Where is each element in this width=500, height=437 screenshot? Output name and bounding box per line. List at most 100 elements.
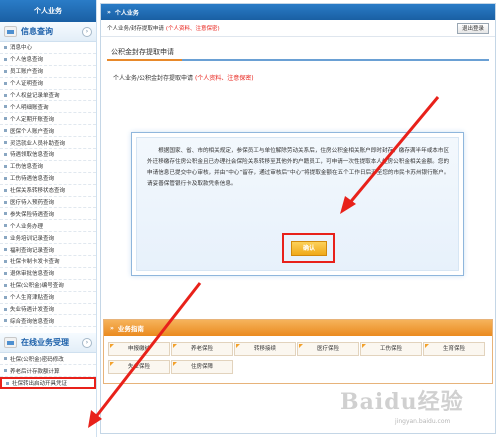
guide-item[interactable]: 养老保险 [171,342,233,356]
guide-item[interactable]: 住房保障 [171,360,233,374]
bullet-icon [4,117,7,121]
logout-button[interactable]: 退出登录 [456,23,489,34]
bullet-icon [4,141,7,145]
sidebar-item-label: 员工账户查询 [10,69,44,76]
guide-item-label: 工伤保险 [379,346,402,352]
bullet-icon [4,164,7,168]
sidebar-item[interactable]: 综合查询信息查询 [0,315,96,328]
sidebar-item[interactable]: 退休审批信息查询 [0,268,96,280]
sidebar-item[interactable]: 个人生育津贴查询 [0,292,96,304]
sidebar-item[interactable]: 待遇领取信息查询 [0,149,96,161]
bullet-icon [4,93,7,97]
sidebar-item-label: 待遇领取信息查询 [10,152,55,159]
double-chevron-icon: » [110,324,114,332]
collapse-arrow-icon[interactable]: › [82,338,92,349]
bullet-icon [4,176,7,180]
sidebar-item[interactable]: 个人权益记录单查询 [0,90,96,102]
sidebar-item[interactable]: 社保卡制卡发卡查询 [0,256,96,268]
bullet-icon [4,129,7,133]
sidebar-item-label: 灵活就业人员补助查询 [10,140,66,147]
sidebar-item[interactable]: 社保(公积金)密码修改 [0,353,96,366]
breadcrumb-hint: (个人资料、注意保密) [194,75,254,82]
sidebar-section-online[interactable]: 在线业务受理 › [0,333,96,354]
guide-item-label: 申报缴纳 [127,346,150,352]
sidebar-item-label: 社保关系转移状态查询 [10,188,66,195]
sidebar-item[interactable]: 医保个人账户查询 [0,125,96,138]
sidebar-item[interactable]: 社保关系转移状态查询 [0,185,96,197]
bullet-icon [6,381,9,385]
toolbar-label: 个人业务/封存提取申请 [107,26,164,32]
sidebar-item[interactable]: 养老后计存款额计算 [0,365,96,378]
sidebar-item-label: 工伤信息查询 [10,164,44,171]
bullet-icon [4,369,7,373]
guide-item-label: 转移接续 [253,346,276,352]
sidebar-section-title: 在线业务受理 [21,338,69,348]
bullet-icon [4,212,7,216]
sidebar-item[interactable]: 社保(公积金)编号查询 [0,280,96,292]
bullet-icon [4,81,7,85]
breadcrumb: 个人业务/公积金封存提取申请 (个人资料、注意保密) [113,73,495,82]
sidebar-item-label: 个人生育津贴查询 [10,295,55,302]
sidebar-item[interactable]: 个人定期开账查询 [0,113,96,126]
sidebar-item[interactable]: 医疗待入预药查询 [0,197,96,209]
sidebar-item[interactable]: 个人证明查询 [0,78,96,90]
sidebar-item-label: 医疗待入预药查询 [10,200,55,207]
sidebar-section-title: 信息查询 [21,27,53,36]
guide-header: » 业务指南 [104,320,492,336]
guide-item[interactable]: 医疗保险 [297,342,359,356]
sidebar-item[interactable]: 失业待遇计发查询 [0,304,96,316]
page-title: 公积金封存提取申请 [111,48,174,56]
sidebar-item[interactable]: 个人业务办理 [0,220,96,233]
collapse-arrow-icon[interactable]: › [82,27,92,37]
sidebar-item-label: 社保转出启动开具凭证 [12,381,68,388]
guide-item[interactable]: 生育保险 [423,342,485,356]
sidebar-item-label: 个人定期开账查询 [10,116,55,123]
corner-triangle-icon [425,344,429,348]
bullet-icon [4,188,7,192]
guide-item[interactable]: 工伤保险 [360,342,422,356]
sidebar-item-label: 社保(公积金)密码修改 [10,356,64,363]
guide-item-label: 失业保险 [127,364,150,370]
page-title-bar: 公积金封存提取申请 [107,43,489,61]
sidebar-item-label: 个人业务办理 [10,223,44,230]
business-guide: » 业务指南 申报缴纳 养老保险 转移接续 医疗保险 工伤保险 生育保险失业保险 住房保障 [103,319,493,384]
sidebar-item[interactable]: 社保转出启动开具凭证 [0,377,96,390]
guide-item[interactable]: 申报缴纳 [108,342,170,356]
sidebar-item-label: 医保个人账户查询 [10,128,55,135]
sidebar-item[interactable]: 个人明细账查询 [0,101,96,114]
corner-triangle-icon [236,344,240,348]
notice-text: 根据国家、省、市的相关规定，参保员工与单位解除劳动关系后，住房公积金相关账户即时… [147,148,450,187]
online-section-icon [4,337,17,349]
corner-triangle-icon [110,344,114,348]
sidebar-item[interactable]: 工伤信息查询 [0,161,96,173]
guide-item[interactable]: 失业保险 [108,360,170,374]
notice-body: 根据国家、省、市的相关规定，参保员工与单位解除劳动关系后，住房公积金相关账户即时… [136,137,459,271]
guide-item[interactable]: 转移接续 [234,342,296,356]
sidebar-item-label: 失业待遇计发查询 [10,307,55,314]
guide-item-label: 养老保险 [190,346,213,352]
bullet-icon [4,152,7,156]
sidebar-item[interactable]: 福利查询记录查询 [0,244,96,257]
sidebar-item[interactable]: 参失保险待遇查询 [0,208,96,221]
sidebar-item-label: 养老后计存款额计算 [10,368,60,375]
corner-triangle-icon [110,362,114,366]
confirm-button[interactable]: 确认 [291,241,327,256]
sidebar-item-label: 个人明细账查询 [10,104,49,111]
bullet-icon [4,319,7,323]
info-section-icon [4,26,17,37]
bullet-icon [4,259,7,263]
guide-item-label: 住房保障 [190,364,213,370]
sidebar-item[interactable]: 灵活就业人员补助查询 [0,137,96,150]
sidebar-item[interactable]: 员工账户查询 [0,66,96,78]
breadcrumb-label: 个人业务/公积金封存提取申请 [113,75,194,82]
confirm-highlight: 确认 [282,233,335,263]
sidebar-item[interactable]: 工伤待遇信息查询 [0,173,96,185]
main-header: » 个人业务 [101,4,495,20]
sidebar-section-info[interactable]: 信息查询 › [0,22,96,42]
guide-title: 业务指南 [117,325,144,333]
sidebar-item[interactable]: 业务培训记录查询 [0,232,96,245]
corner-triangle-icon [299,344,303,348]
sidebar-item-label: 业务培训记录查询 [10,235,55,242]
sidebar-item[interactable]: 个人信息查询 [0,54,96,66]
sidebar-item[interactable]: 消息中心 [0,42,96,54]
